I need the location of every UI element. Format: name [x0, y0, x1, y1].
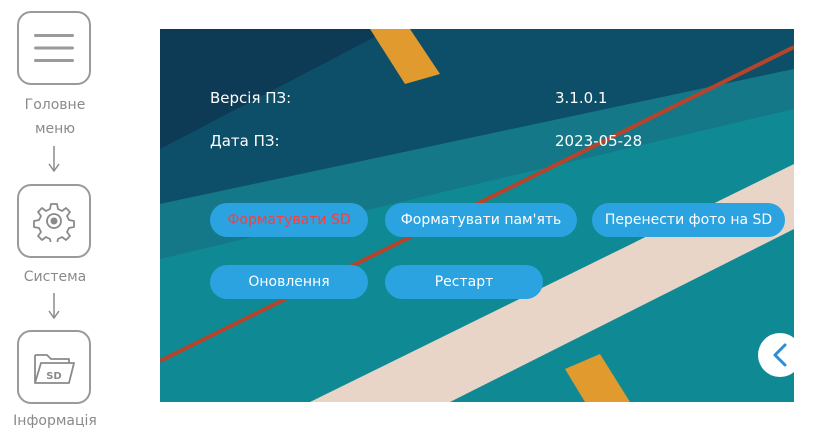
sd-text: SD [46, 371, 62, 382]
format-memory-button[interactable]: Форматувати пам'ять [385, 203, 577, 237]
arrow-down-icon [48, 146, 60, 173]
nav-tile-main-menu[interactable] [17, 11, 91, 85]
date-value: 2023-05-28 [555, 132, 643, 150]
version-value: 3.1.0.1 [555, 89, 608, 107]
restart-button[interactable]: Рестарт [385, 265, 543, 299]
format-sd-button[interactable]: Форматувати SD [210, 203, 368, 237]
move-photos-button[interactable]: Перенести фото на SD [592, 203, 785, 237]
nav-label-info: Інформація [13, 413, 97, 429]
update-button[interactable]: Оновлення [210, 265, 368, 299]
gear-icon [33, 203, 75, 242]
back-button[interactable] [758, 333, 794, 377]
nav-label-main-menu: Головне меню [24, 97, 86, 137]
sd-folder-icon: SD [34, 354, 75, 384]
device-screen: Версія ПЗ: 3.1.0.1 Дата ПЗ: 2023-05-28 Ф… [160, 29, 794, 402]
nav-label-system: Система [23, 269, 87, 285]
date-label: Дата ПЗ: [210, 132, 280, 150]
version-label: Версія ПЗ: [210, 89, 292, 107]
nav-tile-system[interactable] [17, 184, 91, 258]
chevron-left-icon [773, 343, 787, 367]
arrow-down-icon [48, 293, 60, 320]
menu-icon [34, 34, 74, 62]
nav-tile-info[interactable]: SD [17, 330, 91, 404]
